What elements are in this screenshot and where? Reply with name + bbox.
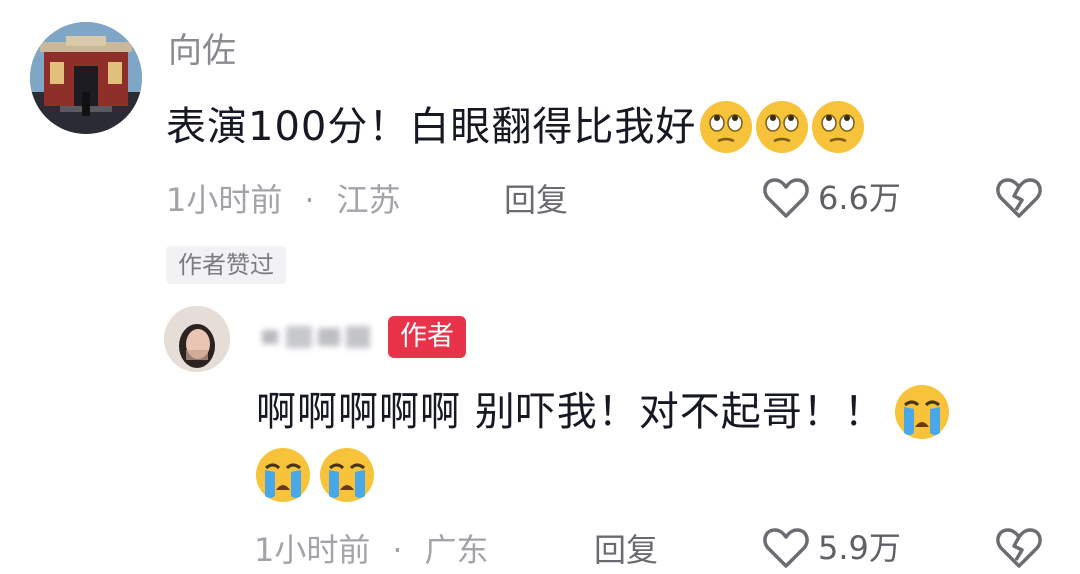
heart-outline-icon <box>763 528 809 568</box>
reply-body-line2 <box>254 446 376 504</box>
commenter-username[interactable]: 向佐 <box>168 34 236 68</box>
crying-emoji-icon <box>256 448 310 502</box>
building-avatar-image <box>30 22 142 134</box>
crying-emoji-icon <box>320 448 374 502</box>
comment-location: 江苏 <box>336 181 401 219</box>
eye-roll-emoji-icon <box>700 101 753 153</box>
comment-text: 表演100分！白眼翻得比我好 <box>166 104 697 150</box>
eye-roll-emoji-icon <box>812 101 865 153</box>
reply-reply-button[interactable]: 回复 <box>594 534 658 566</box>
heart-outline-icon <box>763 178 809 218</box>
reply-like-count: 5.9万 <box>818 529 901 567</box>
blurred-face-avatar-image <box>164 306 230 372</box>
reply-meta: 1小时前 · 广东 <box>254 534 489 566</box>
crying-emoji-icon <box>894 385 949 439</box>
blurred-username[interactable] <box>256 320 376 354</box>
broken-heart-icon <box>996 528 1042 568</box>
comment-time: 1小时前 <box>166 181 283 219</box>
reply-time: 1小时前 <box>254 531 371 569</box>
reply-body-line1: 啊啊啊啊啊 别吓我！对不起哥！！ <box>256 384 951 440</box>
dislike-button[interactable] <box>994 176 1044 224</box>
reply-text: 啊啊啊啊啊 别吓我！对不起哥！！ <box>256 389 885 435</box>
like-button[interactable]: 6.6万 <box>762 176 901 220</box>
username-redaction <box>262 326 370 348</box>
author-tag: 作者 <box>388 316 466 358</box>
eye-roll-emoji-icon <box>756 101 809 153</box>
broken-heart-icon <box>996 178 1042 218</box>
meta-separator: · <box>304 181 315 219</box>
reply-dislike-button[interactable] <box>994 526 1044 574</box>
reply-location: 广东 <box>424 531 489 569</box>
commenter-avatar[interactable] <box>30 22 142 134</box>
comment-meta: 1小时前 · 江苏 <box>166 184 401 216</box>
reply-like-button[interactable]: 5.9万 <box>762 526 901 570</box>
reply-author-avatar[interactable] <box>164 306 230 372</box>
reply-button[interactable]: 回复 <box>504 184 568 216</box>
like-count: 6.6万 <box>818 179 901 217</box>
meta-separator: · <box>392 531 403 569</box>
comment-body: 表演100分！白眼翻得比我好 <box>166 100 866 154</box>
author-liked-badge: 作者赞过 <box>166 246 286 284</box>
